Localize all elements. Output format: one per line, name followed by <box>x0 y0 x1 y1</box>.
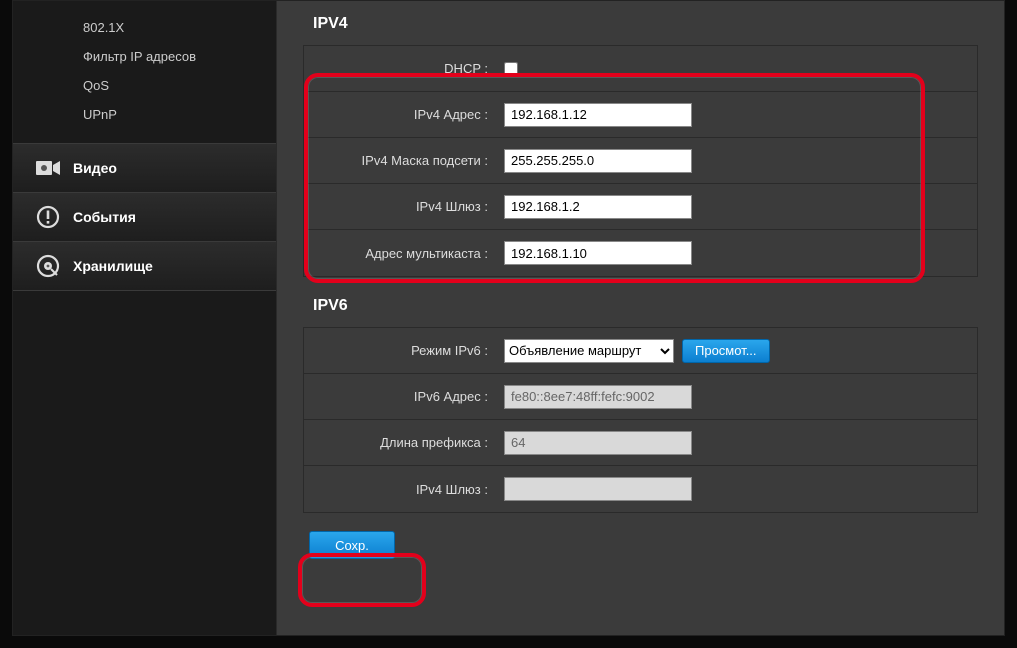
input-ipv6-address <box>504 385 692 409</box>
label-ipv6-gateway: IPv4 Шлюз : <box>304 482 494 497</box>
highlight-save <box>298 553 426 607</box>
sidebar-item-ipfilter[interactable]: Фильтр IP адресов <box>13 42 276 71</box>
label-dhcp: DHCP : <box>304 61 494 76</box>
row-dhcp: DHCP : <box>304 46 977 92</box>
sidebar-section-label: Видео <box>73 160 117 176</box>
input-ipv6-gateway <box>504 477 692 501</box>
row-ipv4-address: IPv4 Адрес : <box>304 92 977 138</box>
input-ipv4-address[interactable] <box>504 103 692 127</box>
input-dhcp[interactable] <box>504 62 518 76</box>
view-button[interactable]: Просмот... <box>682 339 770 363</box>
sidebar-section-label: Хранилище <box>73 258 153 274</box>
row-ipv6-mode: Режим IPv6 : Объявление маршрут Просмот.… <box>304 328 977 374</box>
input-ipv4-gateway[interactable] <box>504 195 692 219</box>
row-ipv6-address: IPv6 Адрес : <box>304 374 977 420</box>
save-row: Сохр. <box>303 531 978 559</box>
alert-icon <box>35 206 61 228</box>
row-ipv6-gateway: IPv4 Шлюз : <box>304 466 977 512</box>
ipv4-title: IPV4 <box>303 1 978 46</box>
sidebar: 802.1X Фильтр IP адресов QoS UPnP Видео <box>13 1 277 635</box>
sidebar-item-qos[interactable]: QoS <box>13 71 276 100</box>
sidebar-section-events[interactable]: События <box>13 192 276 241</box>
save-button[interactable]: Сохр. <box>309 531 395 559</box>
label-multicast: Адрес мультикаста : <box>304 246 494 261</box>
disk-icon <box>35 255 61 277</box>
label-ipv4-gateway: IPv4 Шлюз : <box>304 199 494 214</box>
input-ipv4-mask[interactable] <box>504 149 692 173</box>
video-icon <box>35 157 61 179</box>
input-ipv6-prefix <box>504 431 692 455</box>
sidebar-item-8021x[interactable]: 802.1X <box>13 13 276 42</box>
row-ipv4-mask: IPv4 Маска подсети : <box>304 138 977 184</box>
inner-frame: 802.1X Фильтр IP адресов QoS UPnP Видео <box>12 0 1005 636</box>
sidebar-item-upnp[interactable]: UPnP <box>13 100 276 129</box>
label-ipv6-mode: Режим IPv6 : <box>304 343 494 358</box>
input-multicast[interactable] <box>504 241 692 265</box>
select-ipv6-mode[interactable]: Объявление маршрут <box>504 339 674 363</box>
app-frame: 802.1X Фильтр IP адресов QoS UPnP Видео <box>0 0 1017 648</box>
label-ipv4-address: IPv4 Адрес : <box>304 107 494 122</box>
sidebar-section-video[interactable]: Видео <box>13 143 276 192</box>
row-ipv6-prefix: Длина префикса : <box>304 420 977 466</box>
ipv4-form: DHCP : IPv4 Адрес : IPv4 Маска подсети : <box>303 46 978 277</box>
label-ipv6-address: IPv6 Адрес : <box>304 389 494 404</box>
label-ipv4-mask: IPv4 Маска подсети : <box>304 153 494 168</box>
sidebar-section-storage[interactable]: Хранилище <box>13 241 276 291</box>
label-ipv6-prefix: Длина префикса : <box>304 435 494 450</box>
row-multicast: Адрес мультикаста : <box>304 230 977 276</box>
sidebar-section-label: События <box>73 209 136 225</box>
ipv6-form: Режим IPv6 : Объявление маршрут Просмот.… <box>303 328 978 513</box>
ipv6-title: IPV6 <box>303 283 978 328</box>
row-ipv4-gateway: IPv4 Шлюз : <box>304 184 977 230</box>
sidebar-sub-list: 802.1X Фильтр IP адресов QoS UPnP <box>13 5 276 143</box>
main-panel: IPV4 DHCP : IPv4 Адрес : IPv4 Маска подс… <box>277 1 1004 635</box>
